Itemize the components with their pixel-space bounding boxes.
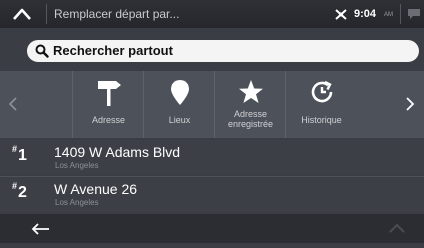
category-label: Lieux: [168, 115, 191, 125]
location-pin-icon: [169, 79, 191, 112]
page-title: Remplacer départ par...: [54, 7, 180, 21]
search-label: Rechercher partout: [53, 43, 173, 58]
result-rank: #1: [12, 144, 27, 164]
search-bar[interactable]: Rechercher partout: [27, 40, 419, 62]
star-icon: [238, 79, 264, 110]
search-icon: [35, 44, 49, 58]
list-item[interactable]: #2 W Avenue 26 Los Angeles: [0, 177, 424, 212]
bottom-bar: [0, 214, 424, 243]
result-rank: #2: [12, 181, 27, 201]
category-label: Adresse: [91, 115, 126, 125]
result-address: W Avenue 26: [54, 181, 138, 197]
scroll-up-button[interactable]: [370, 214, 424, 243]
clock-time: 9:04: [354, 8, 377, 20]
category-strip: Adresse Lieux Adresse enregistrée Histor…: [0, 71, 424, 138]
chevron-up-icon: [389, 223, 405, 233]
category-places[interactable]: Lieux: [143, 71, 215, 138]
result-city: Los Angeles: [55, 198, 99, 207]
category-saved-address[interactable]: Adresse enregistrée: [214, 71, 286, 138]
scroll-left-button[interactable]: [0, 71, 27, 138]
divider: [400, 4, 401, 24]
result-address: 1409 W Adams Blvd: [54, 144, 181, 160]
top-bar: Remplacer départ par... 9:04 AM: [0, 0, 424, 28]
chevron-right-icon: [406, 97, 415, 111]
satellite-icon: [334, 8, 348, 21]
message-icon[interactable]: [407, 7, 421, 19]
result-city: Los Angeles: [55, 161, 99, 170]
category-address[interactable]: Adresse: [72, 71, 144, 138]
history-icon: [309, 79, 335, 110]
category-history[interactable]: Historique: [285, 71, 357, 138]
category-label: Adresse enregistrée: [227, 109, 274, 129]
category-label: Historique: [301, 115, 342, 125]
signpost-icon: [96, 79, 122, 112]
status-area: 9:04 AM: [314, 0, 424, 28]
scroll-right-button[interactable]: [397, 71, 424, 138]
up-arrow-icon[interactable]: [12, 7, 32, 21]
divider: [46, 4, 47, 24]
clock-ampm: AM: [384, 12, 393, 18]
list-item[interactable]: #1 1409 W Adams Blvd Los Angeles: [0, 140, 424, 175]
chevron-left-icon: [8, 97, 17, 111]
back-arrow-icon[interactable]: [30, 222, 50, 236]
